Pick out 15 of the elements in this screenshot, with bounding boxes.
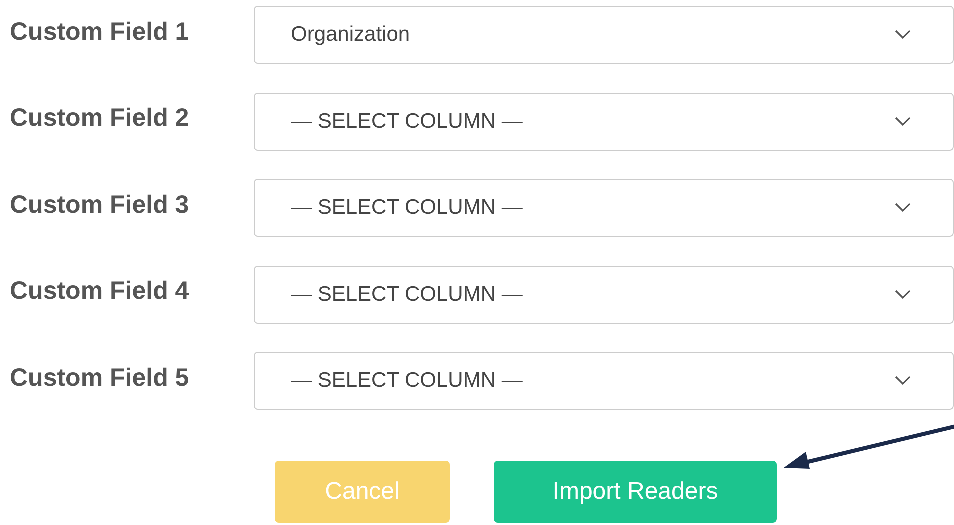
chevron-down-icon bbox=[895, 376, 911, 386]
field-label: Custom Field 2 bbox=[9, 104, 190, 134]
column-select[interactable]: — SELECT COLUMN — bbox=[254, 266, 954, 324]
chevron-down-icon bbox=[895, 290, 911, 300]
chevron-down-icon bbox=[895, 116, 911, 127]
column-select[interactable]: — SELECT COLUMN — bbox=[254, 352, 954, 410]
column-select[interactable]: Organization bbox=[254, 6, 954, 64]
column-select[interactable]: — SELECT COLUMN — bbox=[254, 179, 954, 238]
chevron-down-icon bbox=[895, 203, 911, 214]
field-label: Custom Field 1 bbox=[9, 18, 190, 47]
field-label: Custom Field 4 bbox=[9, 277, 190, 306]
field-label: Custom Field 3 bbox=[9, 190, 190, 220]
chevron-down-icon bbox=[895, 30, 911, 40]
column-select[interactable]: — SELECT COLUMN — bbox=[254, 92, 954, 151]
field-label: Custom Field 5 bbox=[9, 364, 190, 393]
